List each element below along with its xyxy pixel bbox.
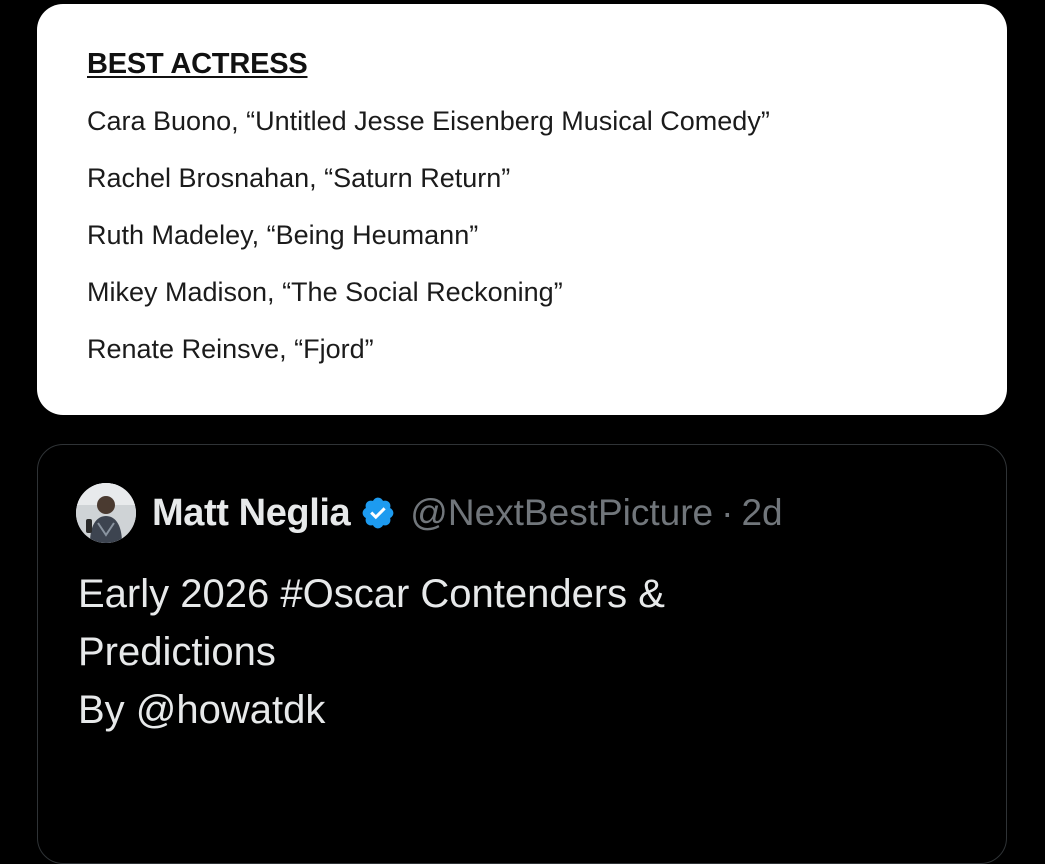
nominee-item: Ruth Madeley, “Being Heumann” <box>87 220 479 250</box>
tweet-timestamp[interactable]: 2d <box>741 492 782 534</box>
quoted-tweet-card[interactable]: Matt Neglia @NextBestPicture · 2d Early … <box>37 444 1007 864</box>
tweet-text-line: Predictions <box>78 630 276 674</box>
nominee-item: Rachel Brosnahan, “Saturn Return” <box>87 163 511 193</box>
nominee-item: Mikey Madison, “The Social Reckoning” <box>87 277 563 307</box>
verified-badge-icon <box>362 497 394 529</box>
tweet-text-line: By @howatdk <box>78 688 326 732</box>
nominee-item: Renate Reinsve, “Fjord” <box>87 334 374 364</box>
author-handle[interactable]: @NextBestPicture <box>410 492 713 534</box>
tweet-text-line: Early 2026 #Oscar Contenders & <box>78 572 665 616</box>
separator-dot: · <box>721 492 734 533</box>
author-name[interactable]: Matt Neglia <box>152 492 351 535</box>
nominations-image-card[interactable]: BEST ACTRESS Cara Buono, “Untitled Jesse… <box>37 4 1007 415</box>
category-heading: BEST ACTRESS <box>87 48 308 80</box>
nominee-item: Cara Buono, “Untitled Jesse Eisenberg Mu… <box>87 106 770 136</box>
avatar[interactable] <box>76 483 136 543</box>
tweet-text: Early 2026 #Oscar Contenders & Predictio… <box>78 565 958 739</box>
tweet-header: Matt Neglia @NextBestPicture · 2d <box>76 481 783 545</box>
avatar-photo-icon <box>76 483 136 543</box>
